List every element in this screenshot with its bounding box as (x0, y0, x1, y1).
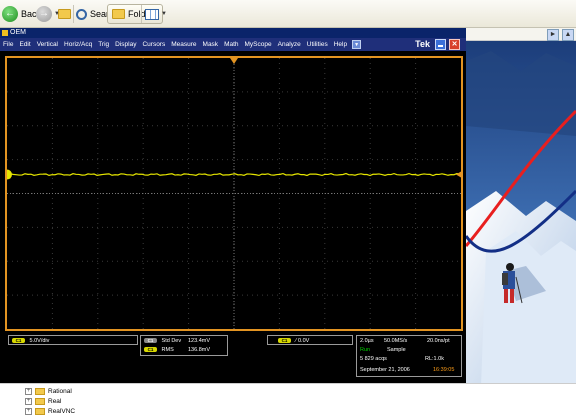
menu-overflow-icon[interactable]: ▼ (352, 40, 362, 49)
folder-icon (35, 387, 45, 395)
tree-item-label: Real (48, 397, 62, 405)
expand-icon[interactable]: + (25, 397, 32, 405)
folder-tree: + Rational + Real + RealVNC (0, 383, 576, 420)
trigger-badge: C1 (278, 338, 291, 344)
brand-logo: Tek (415, 39, 430, 49)
explorer-content-pane: ► ▲ (466, 28, 576, 386)
expand-icon[interactable]: + (25, 387, 32, 395)
menu-edit[interactable]: Edit (16, 38, 33, 51)
menu-horiz-acq[interactable]: Horiz/Acq (61, 38, 95, 51)
trigger-slope-icon: ⁄ (295, 338, 297, 344)
menu-file[interactable]: File (0, 38, 16, 51)
scope-menubar: File Edit Vertical Horiz/Acq Trig Displa… (0, 38, 466, 51)
up-folder-button[interactable] (58, 4, 74, 24)
menu-utilities[interactable]: Utilities (304, 38, 331, 51)
menu-trig[interactable]: Trig (95, 38, 112, 51)
trigger-position-marker (230, 58, 238, 64)
tree-item[interactable]: + RealVNC (25, 406, 75, 416)
toolbar-separator (141, 5, 142, 23)
trigger-readout[interactable]: C1 ⁄ 0.0V (267, 335, 353, 345)
go-button[interactable]: ► (547, 29, 559, 41)
folders-icon (112, 9, 125, 19)
measurement-badge: C1 (144, 338, 157, 344)
menu-help[interactable]: Help (331, 38, 350, 51)
sample-rate: 50.0MS/s (384, 338, 408, 344)
measurement-name: RMS (161, 347, 174, 353)
tree-item-label: RealVNC (48, 407, 76, 415)
acq-mode: Sample (387, 347, 406, 353)
views-icon (145, 8, 159, 20)
measurement-badge: C1 (144, 347, 157, 353)
tree-item[interactable]: + Rational (25, 386, 72, 396)
minimize-icon[interactable] (435, 39, 446, 50)
views-button[interactable]: ▼ (145, 4, 167, 24)
chevron-down-icon: ▼ (161, 11, 167, 17)
explorer-toolbar: ← Back ▼ → ▼ Search Folders ▼ (0, 0, 576, 28)
measurement-value: 123.4mV (188, 338, 211, 344)
expand-icon[interactable]: + (25, 407, 32, 415)
menu-myscope[interactable]: MyScope (242, 38, 275, 51)
menu-measure[interactable]: Measure (168, 38, 199, 51)
acq-time: 16:39:05 (433, 367, 455, 373)
folder-icon (35, 397, 45, 405)
scope-window: OEM File Edit Vertical Horiz/Acq Trig Di… (0, 28, 466, 383)
channel-scale: 5.0V/div (29, 338, 50, 344)
mountain-wallpaper-image (466, 41, 576, 386)
scope-title: OEM (10, 29, 26, 36)
channel-scale-readout[interactable]: C1 5.0V/div (8, 335, 138, 345)
scroll-up-button[interactable]: ▲ (562, 29, 574, 41)
menu-cursors[interactable]: Cursors (139, 38, 168, 51)
measurement-name: Std Dev (161, 338, 182, 344)
measurement-row: C1 Std Dev 123.4mV (144, 338, 210, 344)
search-icon (76, 8, 87, 20)
channel-ground-marker (7, 169, 12, 180)
timebase: 2.0µs (360, 338, 374, 344)
acq-date: September 21, 2006 (360, 367, 410, 373)
measurement-value: 136.8mV (188, 347, 211, 353)
folder-icon (35, 407, 45, 415)
app-logo-icon (2, 30, 8, 36)
tree-item-label: Rational (48, 387, 72, 395)
run-state: Run (360, 347, 371, 353)
menu-math[interactable]: Math (221, 38, 241, 51)
measurement-row: C1 RMS 136.8mV (144, 347, 210, 353)
record-length: RL:1.0k (425, 356, 444, 362)
measurement-readout[interactable]: C1 Std Dev 123.4mV C1 RMS 136.8mV (140, 335, 228, 356)
forward-button[interactable]: → ▼ (36, 4, 60, 24)
back-icon: ← (2, 6, 18, 22)
menu-mask[interactable]: Mask (200, 38, 222, 51)
forward-icon: → (36, 6, 52, 22)
menu-analyze[interactable]: Analyze (275, 38, 304, 51)
graticule-svg: 1 (7, 58, 461, 329)
resolution: 20.0ns/pt (427, 338, 450, 344)
trigger-level: 0.0V (297, 338, 310, 344)
acq-count: 5 829 acqs (360, 356, 387, 362)
waveform-display[interactable]: 1 (5, 56, 463, 331)
trigger-level-marker (456, 171, 461, 178)
channel-badge: C1 (12, 338, 25, 344)
address-strip (466, 28, 576, 41)
menu-display[interactable]: Display (112, 38, 139, 51)
scope-titlebar: OEM (0, 28, 466, 38)
acquisition-readout[interactable]: 2.0µs 50.0MS/s 20.0ns/pt Run Sample 5 82… (356, 335, 462, 377)
toolbar-separator (73, 5, 74, 23)
tree-item[interactable]: + Real (25, 396, 61, 406)
up-folder-icon (58, 9, 71, 19)
menu-vertical[interactable]: Vertical (34, 38, 61, 51)
close-icon[interactable]: ✕ (449, 39, 460, 50)
